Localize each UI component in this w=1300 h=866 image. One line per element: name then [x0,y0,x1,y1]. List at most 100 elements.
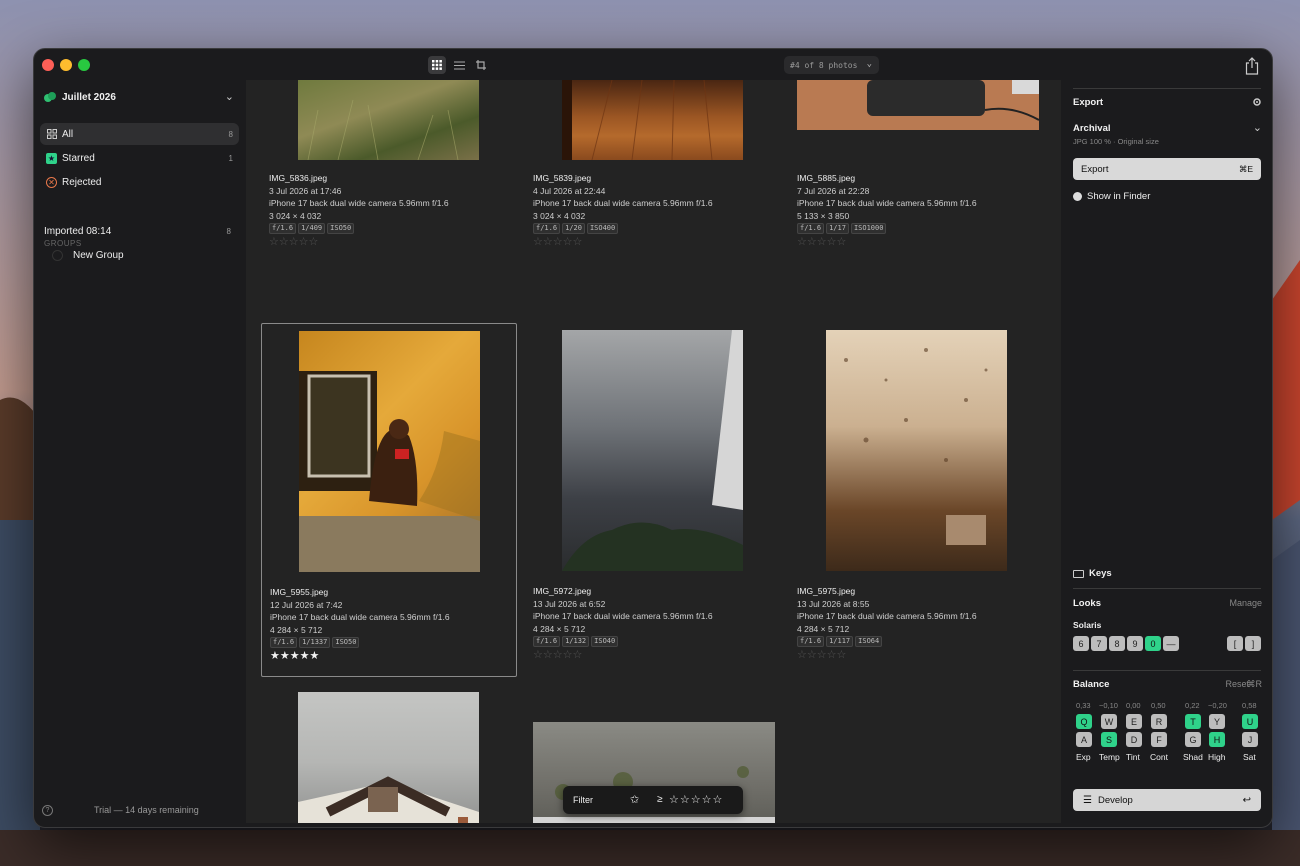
show-in-finder-button[interactable]: Show in Finder [1073,191,1150,202]
photo-camera: iPhone 17 back dual wide camera 5.96mm f… [533,198,713,208]
tint-down-key[interactable]: D [1126,732,1142,747]
looks-manage-link[interactable]: Manage [1229,598,1262,608]
rating-stars[interactable]: ☆☆☆☆☆ [797,236,977,248]
look-key[interactable]: 6 [1073,636,1089,651]
library-name: Juillet 2026 [62,91,116,103]
rating-stars[interactable]: ☆☆☆☆☆ [797,649,977,661]
photo-dims: 4 284 × 5 712 [533,623,586,634]
export-button[interactable]: Export ⌘E [1073,158,1261,180]
close-button[interactable] [42,59,54,71]
look-key-none[interactable]: — [1163,636,1179,651]
sidebar-group-new[interactable]: New Group [46,244,245,266]
sidebar-item-all[interactable]: All 8 [40,123,239,145]
shutter-tag: 1/1337 [299,637,331,648]
develop-button[interactable]: ☰ Develop ↩ [1073,789,1261,811]
plus-circle-icon [52,249,63,261]
iso-tag: ISO64 [855,636,883,647]
look-key[interactable]: 9 [1127,636,1143,651]
tint-up-key[interactable]: E [1126,714,1142,729]
look-key[interactable]: 7 [1091,636,1107,651]
photo-meta: IMG_5975.jpeg 13 Jul 2026 at 8:55 iPhone… [797,585,977,661]
develop-label: Develop [1097,794,1133,806]
photo-meta: IMG_5972.jpeg 13 Jul 2026 at 6:52 iPhone… [533,585,713,661]
previous-look-key[interactable]: [ [1227,636,1243,651]
star-icon: ★ [46,152,57,164]
keys-section[interactable]: Keys [1073,568,1112,579]
photo-date: 12 Jul 2026 at 7:42 [270,599,343,610]
sidebar-footer: ? Trial — 14 days remaining [42,805,238,819]
photo-card[interactable] [261,685,517,823]
photo-card-selected[interactable]: IMG_5955.jpeg 12 Jul 2026 at 7:42 iPhone… [261,323,517,677]
minimize-button[interactable] [60,59,72,71]
export-preset[interactable]: Archival [1073,123,1111,134]
sliders-icon: ☰ [1083,794,1092,806]
shutter-tag: 1/17 [826,223,849,234]
filter-bar: Filter ✩ ≥ ☆☆☆☆☆ [563,786,743,814]
photo-camera: iPhone 17 back dual wide camera 5.96mm f… [797,611,977,621]
sidebar-item-label: Rejected [62,176,102,188]
finder-icon [1073,192,1082,201]
chevron-down-icon[interactable]: ⌄ [1253,121,1262,134]
contrast-up-key[interactable]: R [1151,714,1167,729]
balance-reset[interactable]: Reset [1225,679,1249,689]
photo-card[interactable]: IMG_5975.jpeg 13 Jul 2026 at 8:55 iPhone… [789,323,1045,677]
saturation-down-key[interactable]: J [1242,732,1258,747]
crop-icon[interactable] [472,56,490,74]
photo-thumbnail [826,330,1007,571]
chevron-down-icon: ⌄ [224,91,234,103]
rating-stars[interactable]: ☆☆☆☆☆ [533,649,713,661]
temp-down-key[interactable]: S [1101,732,1117,747]
look-key-active[interactable]: 0 [1145,636,1161,651]
look-key[interactable]: 8 [1109,636,1125,651]
photo-camera: iPhone 17 back dual wide camera 5.96mm f… [269,198,449,208]
shadows-up-key[interactable]: T [1185,714,1201,729]
iso-tag: ISO50 [327,223,355,234]
rating-stars[interactable]: ★★★★★ [270,650,450,662]
share-icon[interactable] [1244,57,1260,75]
rating-stars[interactable]: ☆☆☆☆☆ [269,236,449,248]
photo-grid: IMG_5836.jpeg 3 Jul 2026 at 17:46 iPhone… [246,80,1061,823]
balance-reset-shortcut: ⌘R [1246,679,1263,689]
iso-tag: ISO50 [332,637,360,648]
photo-card[interactable]: IMG_5839.jpeg 4 Jul 2026 at 22:44 iPhone… [525,80,781,261]
shadows-down-key[interactable]: G [1185,732,1201,747]
rating-comparator[interactable]: ≥ [657,794,663,805]
photo-card[interactable]: IMG_5885.jpeg 7 Jul 2026 at 22:28 iPhone… [789,80,1045,261]
next-look-key[interactable]: ] [1245,636,1261,651]
sidebar-item-rejected[interactable]: ✕ Rejected [40,171,239,193]
library-selector[interactable]: Juillet 2026 ⌄ [44,86,234,108]
photo-position-picker[interactable]: #4 of 8 photos ⌄ [784,56,879,74]
gear-icon[interactable] [1252,97,1262,107]
rating-filter-stars[interactable]: ☆☆☆☆☆ [669,793,723,806]
photo-thumbnail [299,331,480,572]
rating-stars[interactable]: ☆☆☆☆☆ [533,236,713,248]
sidebar-group-imported[interactable]: Imported 08:14 8 [38,220,237,242]
highlights-up-key[interactable]: Y [1209,714,1225,729]
star-filter-icon[interactable]: ✩ [630,793,639,806]
temp-up-key[interactable]: W [1101,714,1117,729]
zoom-button[interactable] [78,59,90,71]
exposure-label: Exp [1076,752,1091,762]
sidebar: Juillet 2026 ⌄ All 8 ★ Starred 1 ✕ Rejec… [34,81,246,827]
export-header: Export [1073,97,1104,108]
photo-card[interactable]: IMG_5836.jpeg 3 Jul 2026 at 17:46 iPhone… [261,80,517,261]
saturation-label: Sat [1243,752,1256,762]
photo-filename: IMG_5972.jpeg [533,586,592,596]
list-view-icon[interactable] [450,56,468,74]
highlights-down-key[interactable]: H [1209,732,1225,747]
divider [1073,670,1261,671]
library-icon [44,92,56,102]
help-icon[interactable]: ? [42,805,53,816]
contrast-down-key[interactable]: F [1151,732,1167,747]
shutter-tag: 1/20 [562,223,585,234]
exposure-down-key[interactable]: A [1076,732,1092,747]
contrast-value: 0,50 [1151,701,1166,710]
grid-view-icon[interactable] [428,56,446,74]
photo-thumbnail [562,80,743,160]
exposure-up-key[interactable]: Q [1076,714,1092,729]
photo-filename: IMG_5975.jpeg [797,586,856,596]
photo-card[interactable]: IMG_5972.jpeg 13 Jul 2026 at 6:52 iPhone… [525,323,781,677]
saturation-up-key[interactable]: U [1242,714,1258,729]
sidebar-item-label: Starred [62,152,95,164]
sidebar-item-starred[interactable]: ★ Starred 1 [40,147,239,169]
